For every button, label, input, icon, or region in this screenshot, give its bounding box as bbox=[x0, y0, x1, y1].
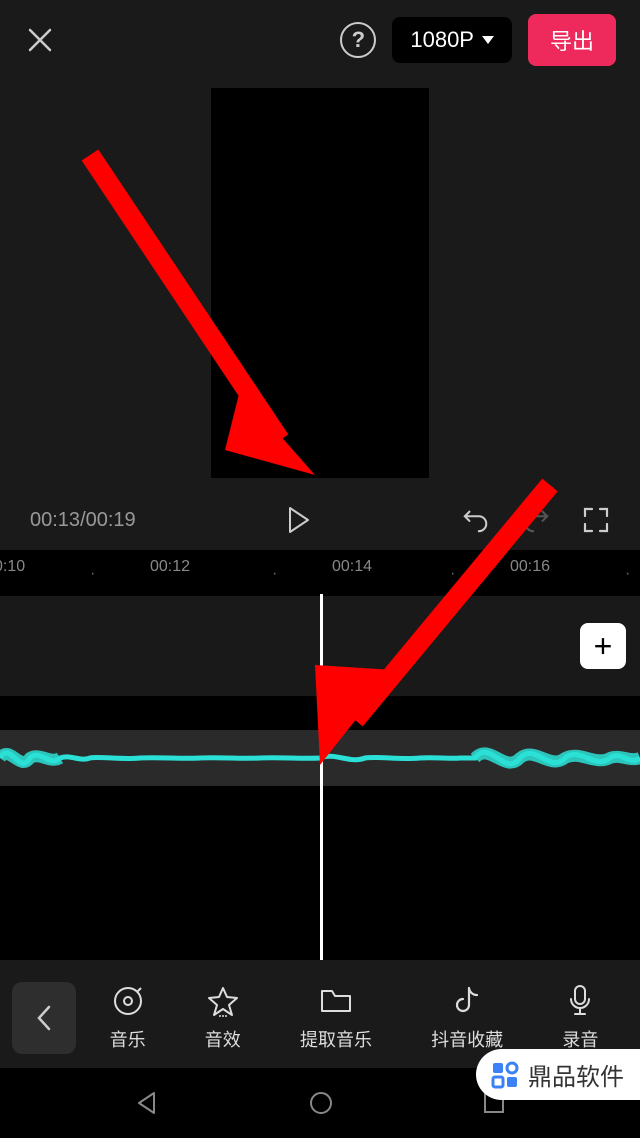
redo-icon bbox=[522, 507, 550, 533]
watermark-logo-icon bbox=[490, 1060, 520, 1090]
chevron-left-icon bbox=[36, 1004, 52, 1032]
undo-icon bbox=[462, 507, 490, 533]
undo-button[interactable] bbox=[462, 506, 490, 534]
ruler-tick: 00:12 bbox=[150, 558, 190, 576]
header: ? 1080P 导出 bbox=[0, 0, 640, 80]
play-icon bbox=[287, 506, 311, 534]
ruler-tick: 00:16 bbox=[510, 558, 550, 576]
resolution-label: 1080P bbox=[410, 27, 474, 53]
nav-home[interactable] bbox=[308, 1090, 334, 1116]
add-clip-button[interactable]: + bbox=[580, 623, 626, 669]
ruler-tick: 0:10 bbox=[0, 558, 25, 576]
resolution-dropdown[interactable]: 1080P bbox=[392, 17, 512, 63]
video-preview[interactable] bbox=[211, 88, 429, 478]
nav-back[interactable] bbox=[134, 1090, 160, 1116]
tool-record[interactable]: 录音 bbox=[562, 984, 598, 1052]
redo-button[interactable] bbox=[522, 506, 550, 534]
tool-douyin-favorites[interactable]: 抖音收藏 bbox=[431, 984, 503, 1052]
playhead[interactable] bbox=[320, 594, 323, 960]
help-button[interactable]: ? bbox=[340, 22, 376, 58]
time-display: 00:13/00:19 bbox=[30, 509, 136, 532]
back-button[interactable] bbox=[12, 982, 76, 1054]
music-icon bbox=[111, 984, 145, 1018]
watermark: 鼎品软件 bbox=[476, 1049, 640, 1100]
chevron-down-icon bbox=[482, 36, 494, 44]
close-icon bbox=[26, 26, 54, 54]
microphone-icon bbox=[563, 984, 597, 1018]
folder-icon bbox=[319, 984, 353, 1018]
fullscreen-icon bbox=[583, 507, 609, 533]
tool-label: 抖音收藏 bbox=[431, 1026, 503, 1052]
watermark-text: 鼎品软件 bbox=[528, 1057, 624, 1092]
tool-label: 提取音乐 bbox=[300, 1026, 372, 1052]
plus-icon: + bbox=[594, 628, 613, 665]
tool-label: 音效 bbox=[205, 1026, 241, 1052]
timeline-ruler[interactable]: 0:10 · 00:12 · 00:14 · 00:16 · bbox=[0, 550, 640, 586]
douyin-icon bbox=[450, 984, 484, 1018]
triangle-back-icon bbox=[134, 1090, 160, 1116]
question-icon: ? bbox=[352, 27, 365, 53]
export-button[interactable]: 导出 bbox=[528, 14, 616, 66]
ruler-tick: 00:14 bbox=[332, 558, 372, 576]
fullscreen-button[interactable] bbox=[582, 506, 610, 534]
close-button[interactable] bbox=[24, 24, 56, 56]
tool-label: 音乐 bbox=[110, 1026, 146, 1052]
playback-controls: 00:13/00:19 bbox=[0, 490, 640, 550]
play-button[interactable] bbox=[285, 506, 313, 534]
tool-extract-music[interactable]: 提取音乐 bbox=[300, 984, 372, 1052]
export-label: 导出 bbox=[550, 29, 594, 54]
star-icon bbox=[206, 984, 240, 1018]
timeline[interactable]: 0:10 · 00:12 · 00:14 · 00:16 · + bbox=[0, 550, 640, 960]
preview-area bbox=[0, 80, 640, 490]
circle-home-icon bbox=[308, 1090, 334, 1116]
tool-music[interactable]: 音乐 bbox=[110, 984, 146, 1052]
tool-sound-effect[interactable]: 音效 bbox=[205, 984, 241, 1052]
